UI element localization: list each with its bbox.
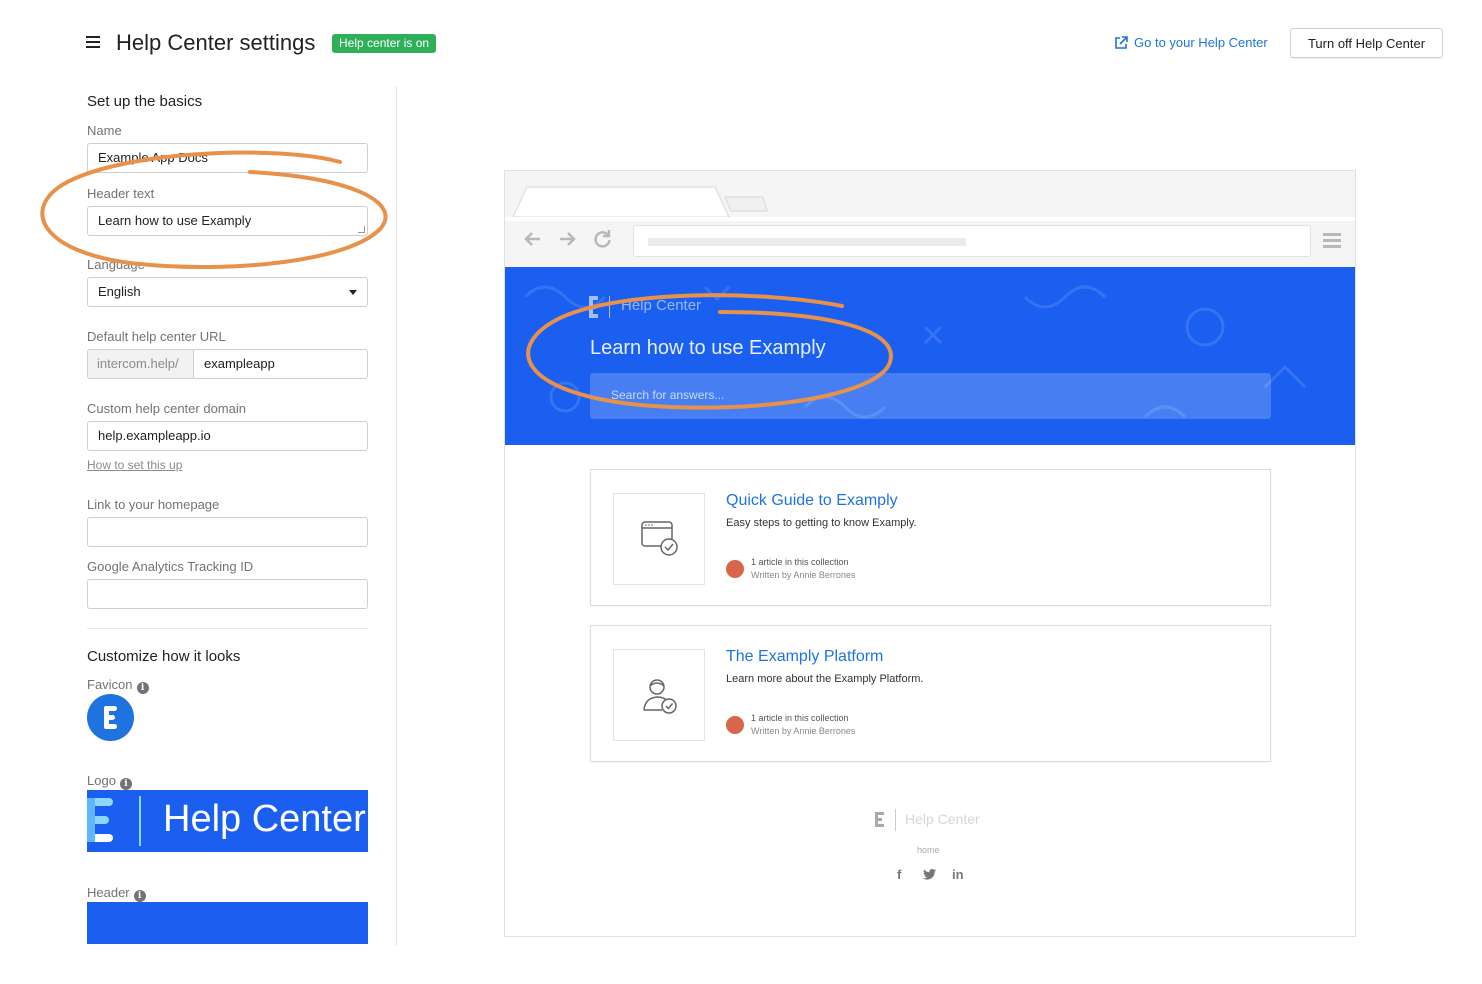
homepage-label: Link to your homepage: [87, 497, 220, 512]
browser-chrome: [505, 171, 1355, 267]
homepage-input[interactable]: [87, 517, 368, 547]
language-label: Language: [87, 257, 145, 272]
header-label-text: Header: [87, 885, 130, 900]
reload-icon[interactable]: [593, 229, 613, 249]
collection-window-icon: [641, 521, 678, 556]
status-badge: Help center is on: [332, 34, 437, 53]
collection-icon-box: [613, 649, 705, 741]
address-bar[interactable]: [633, 225, 1311, 257]
favicon-logo-icon: [104, 706, 117, 729]
hero-title: Learn how to use Examply: [590, 337, 826, 359]
author-avatar: [726, 716, 744, 734]
favicon-label: Favicon i: [87, 677, 149, 694]
hero-logo-icon: [589, 296, 610, 318]
header-text-value: Learn how to use Examply: [98, 213, 252, 228]
chevron-down-icon: [349, 290, 357, 295]
collection-description: Easy steps to getting to know Examply.: [726, 517, 917, 529]
logo-preview[interactable]: Help Center: [87, 790, 368, 852]
search-placeholder: Search for answers...: [611, 388, 725, 402]
collection-title[interactable]: Quick Guide to Examply: [726, 492, 898, 510]
header-text-input[interactable]: Learn how to use Examply: [87, 206, 368, 236]
default-url-input[interactable]: exampleapp: [194, 350, 367, 378]
name-input[interactable]: Example App Docs: [87, 143, 368, 173]
external-link-icon: [1115, 35, 1128, 49]
header-label: Header i: [87, 885, 146, 902]
info-icon[interactable]: i: [133, 890, 146, 902]
basics-section-title: Set up the basics: [87, 93, 203, 110]
section-divider: [87, 628, 368, 629]
header-text-label: Header text: [87, 186, 155, 201]
collection-card[interactable]: The Examply Platform Learn more about th…: [590, 625, 1271, 762]
custom-domain-input[interactable]: help.exampleapp.io: [87, 421, 368, 451]
twitter-icon[interactable]: [923, 869, 936, 880]
language-select[interactable]: English: [87, 277, 368, 307]
collection-icon-box: [613, 493, 705, 585]
author-avatar: [726, 560, 744, 578]
collection-article-count: 1 article in this collection: [751, 713, 849, 723]
browser-tab-icon: [505, 186, 1355, 221]
language-value: English: [98, 284, 141, 299]
address-placeholder-bar: [648, 238, 966, 246]
custom-domain-label: Custom help center domain: [87, 401, 246, 416]
top-bar: Help Center settings Help center is on G…: [0, 0, 1482, 86]
default-url-label: Default help center URL: [87, 329, 226, 344]
logo-label: Logo i: [87, 773, 132, 790]
name-label: Name: [87, 123, 122, 138]
resize-handle-icon[interactable]: [358, 226, 365, 233]
customize-section-title: Customize how it looks: [87, 648, 241, 665]
default-url-input-group: intercom.help/ exampleapp: [87, 349, 368, 379]
preview-hero-header: Help Center Learn how to use Examply Sea…: [505, 267, 1355, 445]
linkedin-icon[interactable]: in: [952, 867, 964, 882]
turn-off-help-center-button[interactable]: Turn off Help Center: [1290, 28, 1443, 58]
help-center-preview: Help Center Learn how to use Examply Sea…: [504, 170, 1356, 937]
how-to-set-up-link[interactable]: How to set this up: [87, 458, 182, 472]
footer-logo-icon: [875, 809, 896, 831]
collection-article-count: 1 article in this collection: [751, 557, 849, 567]
back-arrow-icon[interactable]: [523, 229, 543, 249]
collection-author: Written by Annie Berrones: [751, 726, 856, 736]
forward-arrow-icon[interactable]: [557, 229, 577, 249]
footer-home-link[interactable]: home: [917, 845, 940, 855]
collection-title[interactable]: The Examply Platform: [726, 648, 883, 666]
logo-mark-icon: [87, 796, 141, 846]
menu-icon[interactable]: [86, 36, 100, 48]
url-prefix: intercom.help/: [88, 350, 194, 378]
info-icon[interactable]: i: [119, 778, 132, 790]
browser-menu-icon[interactable]: [1323, 233, 1341, 249]
footer-logo-text: Help Center: [905, 811, 980, 827]
page-title: Help Center settings: [116, 30, 316, 55]
collection-description: Learn more about the Examply Platform.: [726, 673, 924, 685]
collection-card[interactable]: Quick Guide to Examply Easy steps to get…: [590, 469, 1271, 606]
go-to-help-center-link[interactable]: Go to your Help Center: [1114, 35, 1268, 50]
logo-label-text: Logo: [87, 773, 116, 788]
facebook-icon[interactable]: f: [897, 867, 901, 882]
collection-author: Written by Annie Berrones: [751, 570, 856, 580]
info-icon[interactable]: i: [136, 682, 149, 694]
go-to-help-center-label: Go to your Help Center: [1134, 35, 1268, 50]
favicon-preview[interactable]: [87, 694, 134, 741]
hero-logo-text: Help Center: [621, 297, 702, 314]
ga-tracking-input[interactable]: [87, 579, 368, 609]
favicon-label-text: Favicon: [87, 677, 133, 692]
logo-text: Help Center: [163, 798, 366, 840]
ga-tracking-label: Google Analytics Tracking ID: [87, 559, 254, 574]
collection-person-icon: [643, 679, 677, 714]
header-image-preview[interactable]: [87, 902, 368, 944]
preview-search-input[interactable]: Search for answers...: [590, 373, 1271, 419]
